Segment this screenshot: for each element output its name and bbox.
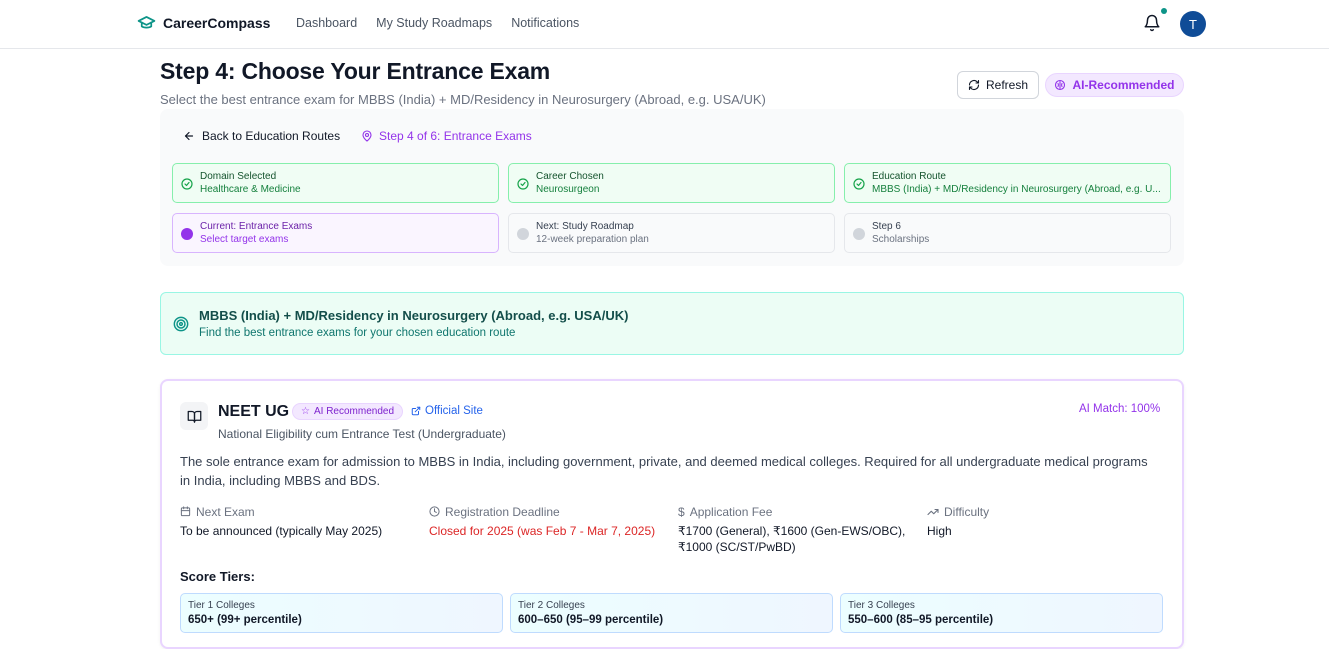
- book-open-icon: [187, 410, 201, 423]
- tier-value: 550–600 (85–95 percentile): [848, 614, 994, 626]
- page-title: Step 4: Choose Your Entrance Exam: [160, 58, 551, 84]
- dollar-icon: $: [678, 504, 685, 519]
- clock-icon: [429, 506, 440, 517]
- exam-full-name: National Eligibility cum Entrance Test (…: [218, 427, 506, 441]
- step-title: Domain Selected: [200, 171, 277, 182]
- step-card-entrance-exams[interactable]: Current: Entrance Exams Select target ex…: [172, 213, 499, 253]
- page-subtitle: Select the best entrance exam for MBBS (…: [160, 92, 766, 107]
- step-sub: Healthcare & Medicine: [200, 184, 301, 195]
- info-label: Difficulty: [944, 504, 990, 519]
- notification-dot: [1161, 8, 1167, 14]
- refresh-icon: [968, 79, 980, 91]
- info-registration-deadline: Registration Deadline Closed for 2025 (w…: [429, 504, 669, 539]
- tier-value: 600–650 (95–99 percentile): [518, 614, 664, 626]
- tier-value: 650+ (99+ percentile): [188, 614, 302, 626]
- nav-my-study-roadmaps[interactable]: My Study Roadmaps: [376, 16, 492, 30]
- ai-recommended-badge: ☆ AI Recommended: [292, 403, 404, 420]
- nav-notifications[interactable]: Notifications: [511, 16, 579, 30]
- calendar-icon: [180, 506, 191, 517]
- refresh-label: Refresh: [985, 78, 1029, 92]
- map-pin-icon: [362, 130, 372, 142]
- exam-description: The sole entrance exam for admission to …: [180, 454, 1148, 488]
- tier-label: Tier 2 Colleges: [518, 600, 585, 611]
- ai-match-score: AI Match: 100%: [1079, 403, 1161, 415]
- brand-name: CareerCompass: [163, 14, 271, 31]
- info-value: ₹1700 (General), ₹1600 (Gen-EWS/OBC), ₹1…: [678, 524, 906, 554]
- step-indicator: Step 4 of 6: Entrance Exams: [361, 129, 532, 143]
- ai-badge-label: AI Recommended: [313, 406, 395, 417]
- tier-card-2: Tier 2 Colleges 600–650 (95–99 percentil…: [510, 593, 833, 633]
- info-label: Application Fee: [689, 504, 773, 519]
- external-link-icon: [411, 406, 421, 416]
- brain-icon: [1055, 79, 1066, 91]
- ai-recommended-pill: AI-Recommended: [1045, 73, 1184, 97]
- step-card-study-roadmap[interactable]: Next: Study Roadmap 12-week preparation …: [508, 213, 835, 253]
- trending-up-icon: [927, 508, 939, 515]
- route-title: MBBS (India) + MD/Residency in Neurosurg…: [199, 308, 629, 323]
- step-sub: Scholarships: [872, 234, 930, 245]
- step-title: Career Chosen: [536, 171, 604, 182]
- step-card-education-route[interactable]: Education Route MBBS (India) + MD/Reside…: [844, 163, 1171, 203]
- info-application-fee: $ Application Fee ₹1700 (General), ₹1600…: [678, 504, 918, 555]
- step-sub: 12-week preparation plan: [536, 234, 649, 245]
- bell-icon[interactable]: [1143, 14, 1161, 32]
- info-value: High: [927, 524, 952, 538]
- step-title: Step 6: [872, 221, 901, 232]
- target-icon: [173, 316, 189, 332]
- official-site-link[interactable]: Official Site: [411, 405, 483, 417]
- arrow-left-icon: [184, 131, 194, 141]
- graduation-cap-icon: [137, 16, 156, 29]
- score-tiers-title: Score Tiers:: [180, 569, 255, 584]
- info-difficulty: Difficulty High: [927, 504, 1157, 539]
- step-sub: Neurosurgeon: [536, 184, 600, 195]
- info-next-exam: Next Exam To be announced (typically May…: [180, 504, 420, 539]
- tier-card-3: Tier 3 Colleges 550–600 (85–95 percentil…: [840, 593, 1163, 633]
- pending-step-dot-icon: [517, 228, 529, 240]
- refresh-button[interactable]: Refresh: [957, 71, 1039, 99]
- exam-icon-box: [180, 402, 208, 430]
- back-to-education-routes-link[interactable]: Back to Education Routes: [183, 129, 340, 143]
- step-title: Current: Entrance Exams: [200, 221, 313, 232]
- avatar[interactable]: T: [1180, 11, 1206, 37]
- tier-label: Tier 1 Colleges: [188, 600, 255, 611]
- star-icon: ☆: [301, 406, 310, 417]
- official-site-label: Official Site: [425, 405, 483, 417]
- info-value: Closed for 2025 (was Feb 7 - Mar 7, 2025…: [429, 524, 656, 538]
- step-card-career[interactable]: Career Chosen Neurosurgeon: [508, 163, 835, 203]
- pending-step-dot-icon: [853, 228, 865, 240]
- top-navbar: CareerCompass Dashboard My Study Roadmap…: [0, 0, 1329, 49]
- tier-card-1: Tier 1 Colleges 650+ (99+ percentile): [180, 593, 503, 633]
- step-card-domain[interactable]: Domain Selected Healthcare & Medicine: [172, 163, 499, 203]
- step-card-scholarships[interactable]: Step 6 Scholarships: [844, 213, 1171, 253]
- step-sub: Select target exams: [200, 234, 289, 245]
- info-label: Next Exam: [196, 504, 255, 519]
- ai-recommended-label: AI-Recommended: [1072, 78, 1175, 92]
- step-title: Next: Study Roadmap: [536, 221, 634, 232]
- step-indicator-label: Step 4 of 6: Entrance Exams: [379, 129, 532, 143]
- current-step-dot-icon: [181, 228, 193, 240]
- check-circle-icon: [181, 178, 193, 190]
- step-title: Education Route: [872, 171, 946, 182]
- tier-label: Tier 3 Colleges: [848, 600, 915, 611]
- info-label: Registration Deadline: [445, 504, 560, 519]
- back-label: Back to Education Routes: [202, 129, 341, 143]
- route-subtitle: Find the best entrance exams for your ch…: [199, 327, 516, 339]
- check-circle-icon: [517, 178, 529, 190]
- brand-logo[interactable]: CareerCompass: [137, 13, 270, 32]
- check-circle-icon: [853, 178, 865, 190]
- route-banner: [160, 292, 1184, 355]
- step-sub: MBBS (India) + MD/Residency in Neurosurg…: [872, 184, 1161, 195]
- exam-name: NEET UG: [218, 403, 290, 420]
- nav-dashboard[interactable]: Dashboard: [296, 16, 357, 30]
- info-value: To be announced (typically May 2025): [180, 524, 383, 538]
